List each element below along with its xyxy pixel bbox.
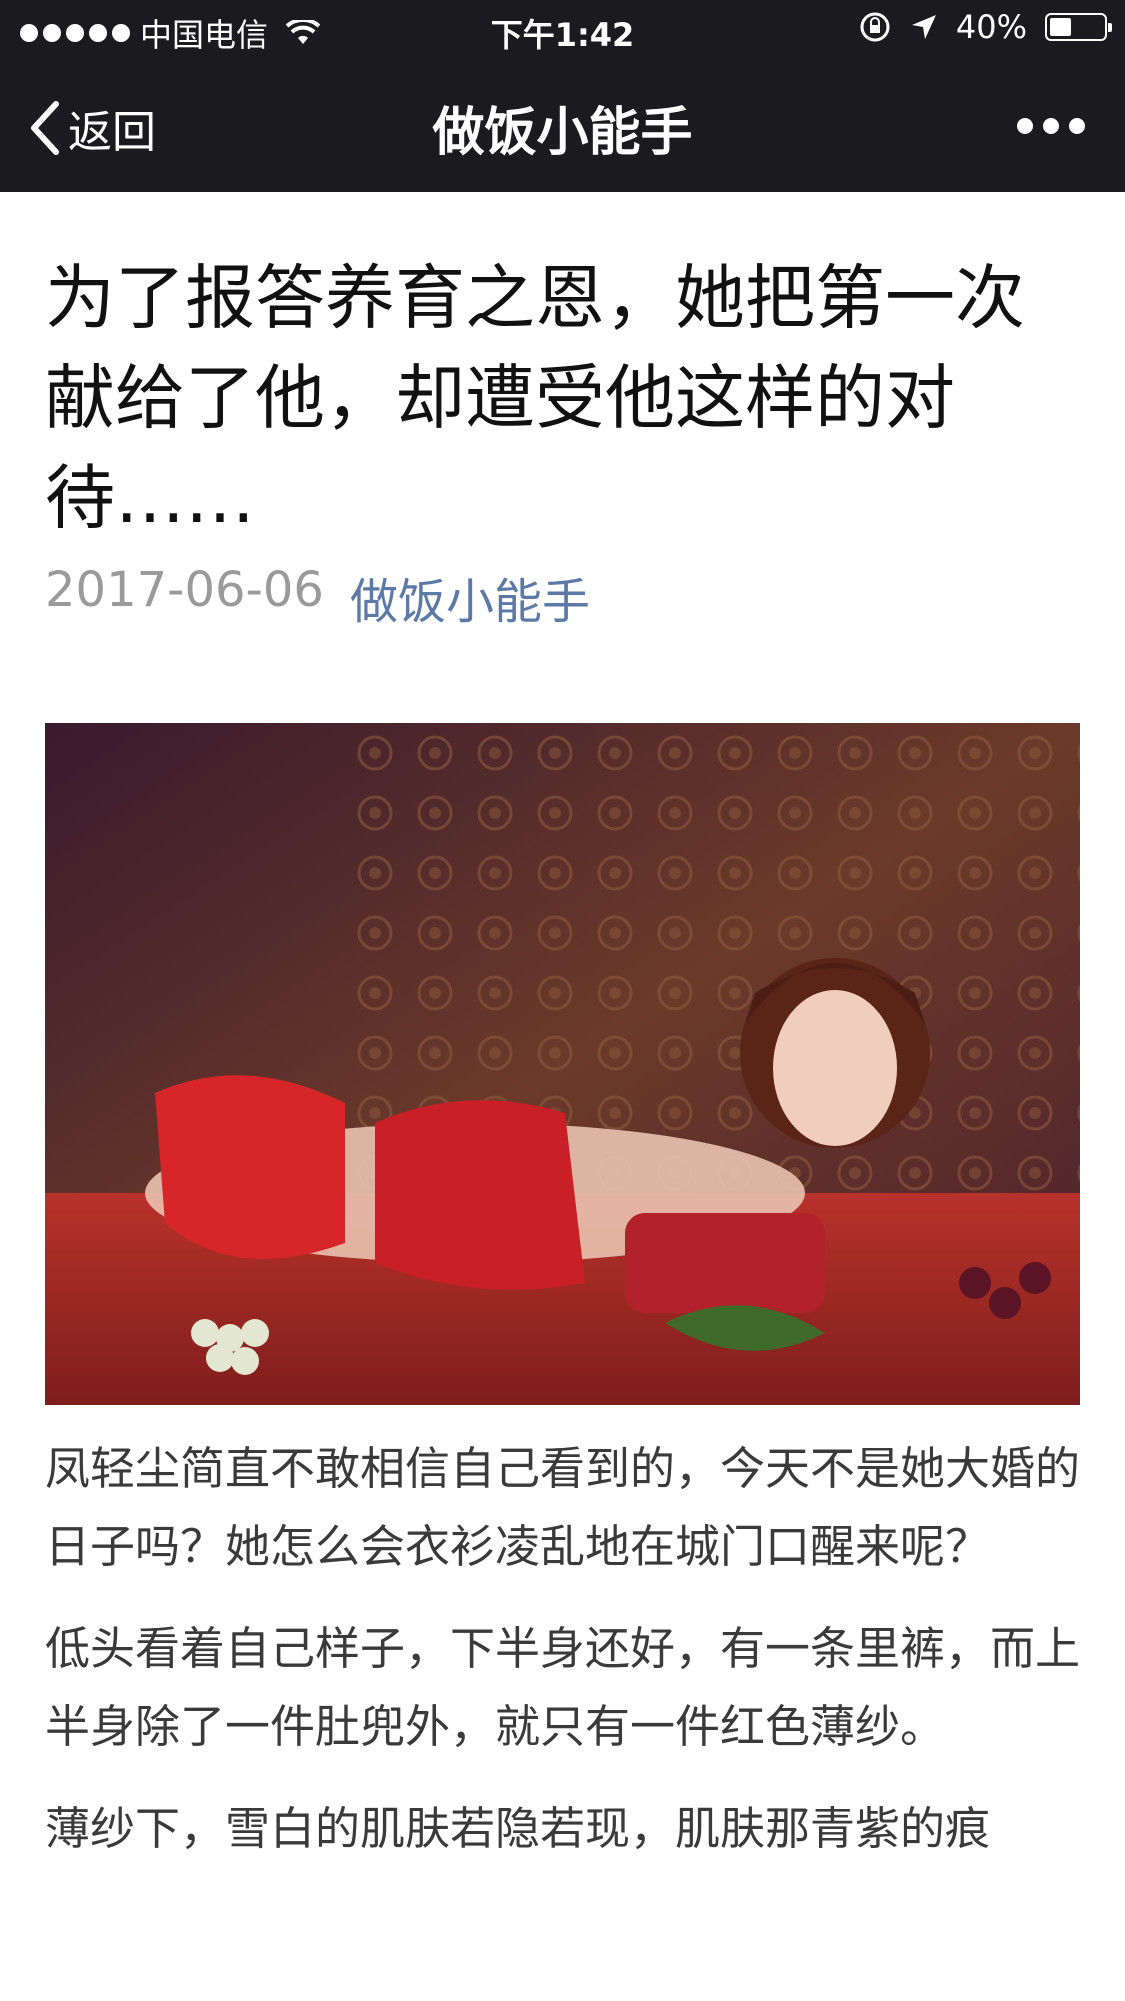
status-bar: 中国电信 下午1:42 40% (0, 0, 1125, 60)
navigation-bar: 返回 做饭小能手 (0, 60, 1125, 192)
battery-icon (1045, 13, 1112, 41)
article-image[interactable] (45, 723, 1080, 1405)
author-link[interactable]: 做饭小能手 (350, 562, 590, 632)
orientation-lock-icon (860, 12, 890, 42)
publish-date: 2017-06-06 (45, 562, 324, 618)
article-meta: 2017-06-06 做饭小能手 (45, 562, 1080, 632)
more-options-button[interactable] (1017, 118, 1085, 134)
location-arrow-icon (911, 15, 936, 39)
article-header: 为了报答养育之恩，她把第一次献给了他，却遭受他这样的对待…… 2017-06-0… (45, 192, 1080, 632)
battery-percent: 40% (955, 8, 1027, 46)
paragraph: 薄纱下，雪白的肌肤若隐若现，肌肤那青紫的痕 (45, 1802, 991, 1855)
paragraph: 低头看着自己样子，下半身还好，有一条里裤，而上半身除了一件肚兜外，就只有一件红色… (45, 1622, 1081, 1753)
article-title: 为了报答养育之恩，她把第一次献给了他，却遭受他这样的对待…… (45, 257, 1025, 539)
article-body: 凤轻尘简直不敢相信自己看到的，今天不是她大婚的日子吗？她怎么会衣衫凌乱地在城门口… (45, 1430, 1080, 1892)
more-icon (1017, 118, 1033, 134)
nav-title: 做饭小能手 (432, 103, 693, 163)
status-right: 40% (858, 8, 1112, 46)
paragraph: 凤轻尘简直不敢相信自己看到的，今天不是她大婚的日子吗？她怎么会衣衫凌乱地在城门口… (45, 1442, 1081, 1573)
